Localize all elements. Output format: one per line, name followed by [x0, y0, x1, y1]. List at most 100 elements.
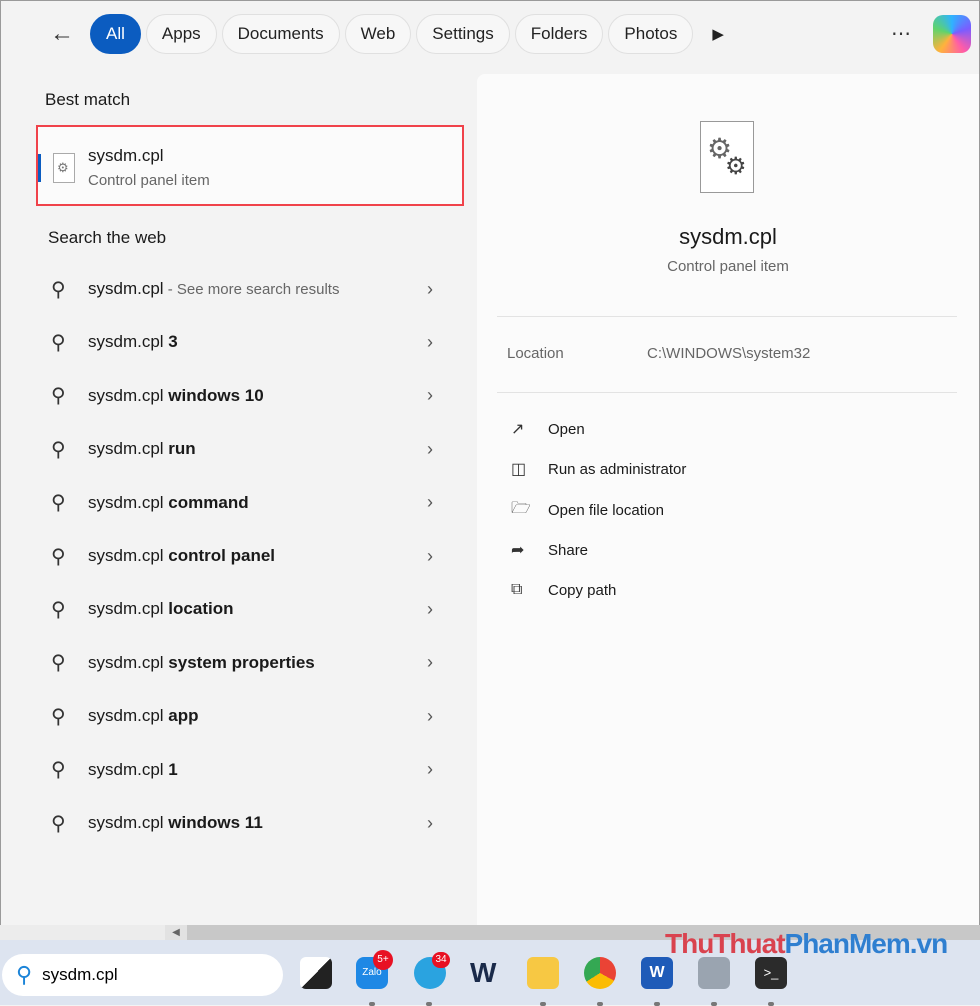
action-run-as-administrator[interactable]: ◫ Run as administrator	[511, 457, 686, 481]
web-result-item[interactable]: ⚲ sysdm.cpl 3 ›	[37, 320, 447, 364]
search-icon: ⚲	[51, 492, 66, 515]
action-share[interactable]: ➦ Share	[511, 538, 588, 562]
search-icon: ⚲	[51, 759, 66, 782]
chevron-right-icon: ›	[427, 705, 433, 726]
web-result-item[interactable]: ⚲ sysdm.cpl location ›	[37, 587, 447, 631]
chevron-right-icon: ›	[427, 759, 433, 780]
more-options-icon[interactable]: ⋯	[891, 21, 912, 46]
more-filters-play-icon[interactable]: ▶	[712, 25, 724, 43]
chrome-icon[interactable]	[584, 957, 616, 989]
web-result-text: sysdm.cpl - See more search results	[88, 279, 340, 298]
search-icon: ⚲	[16, 962, 33, 987]
web-result-item[interactable]: ⚲ sysdm.cpl system properties ›	[37, 641, 447, 685]
search-web-heading: Search the web	[48, 228, 167, 247]
action-copy-path[interactable]: ⧉ Copy path	[511, 578, 616, 602]
search-input[interactable]	[42, 965, 243, 985]
divider	[497, 392, 957, 393]
search-icon: ⚲	[51, 705, 66, 728]
location-value: C:\WINDOWS\system32	[647, 345, 811, 362]
scroll-left-button[interactable]: ◀	[165, 925, 187, 940]
chevron-right-icon: ›	[427, 385, 433, 406]
zalo-badge: 5+	[373, 950, 393, 970]
system-properties-icon[interactable]	[698, 957, 730, 989]
chevron-right-icon: ›	[427, 278, 433, 299]
detail-title: sysdm.cpl	[679, 224, 777, 249]
action-label: Copy path	[548, 581, 617, 599]
search-panel: ← All Apps Documents Web Settings Folders Phot…	[0, 0, 980, 940]
web-result-text: sysdm.cpl run	[88, 439, 196, 459]
search-icon: ⚲	[51, 545, 66, 568]
watermark: ThuThuatPhanMem.vn	[665, 928, 948, 959]
best-match-item[interactable]: ⚙ sysdm.cpl Control panel item	[36, 125, 464, 206]
web-result-item[interactable]: ⚲ sysdm.cpl app ›	[37, 694, 447, 738]
web-result-text: sysdm.cpl 3	[88, 332, 178, 352]
web-result-text: sysdm.cpl control panel	[88, 546, 276, 565]
filter-bar: ← All Apps Documents Web Settings Folders Phot…	[45, 14, 724, 54]
best-match-subtitle: Control panel item	[88, 172, 210, 189]
folder-icon: 🗁	[511, 499, 531, 517]
chevron-right-icon: ›	[427, 545, 433, 566]
action-open-file-location[interactable]: 🗁 Open file location	[511, 498, 664, 522]
divider	[497, 316, 957, 317]
web-result-item[interactable]: ⚲ sysdm.cpl run ›	[37, 427, 447, 471]
task-view-icon[interactable]	[300, 957, 332, 989]
filter-tab-folders[interactable]: Folders	[514, 14, 604, 54]
chevron-right-icon: ›	[427, 812, 433, 833]
detail-subtitle: Control panel item	[667, 258, 789, 275]
search-icon: ⚲	[51, 278, 66, 301]
web-result-item[interactable]: ⚲ sysdm.cpl command ›	[37, 481, 447, 525]
word-icon[interactable]: W	[641, 957, 673, 989]
web-result-item[interactable]: ⚲ sysdm.cpl - See more search results ›	[37, 267, 447, 311]
search-icon: ⚲	[51, 598, 66, 621]
chevron-right-icon: ›	[427, 331, 433, 352]
open-external-icon: ↗	[511, 421, 525, 438]
chevron-right-icon: ›	[427, 598, 433, 619]
copilot-icon[interactable]	[933, 15, 971, 53]
best-match-title: sysdm.cpl	[88, 146, 164, 165]
action-label: Run as administrator	[548, 460, 687, 478]
filter-tab-photos[interactable]: Photos	[608, 14, 694, 54]
web-result-item[interactable]: ⚲ sysdm.cpl control panel ›	[37, 534, 447, 578]
shield-icon: ◫	[511, 461, 527, 478]
terminal-icon[interactable]: >_	[755, 957, 787, 989]
web-result-text: sysdm.cpl windows 11	[88, 813, 263, 832]
web-result-text: sysdm.cpl command	[88, 492, 249, 512]
telegram-badge: 34	[432, 952, 450, 968]
location-label: Location	[507, 345, 564, 362]
search-icon: ⚲	[51, 438, 66, 461]
detail-pane: ⚙ ⚙ sysdm.cpl Control panel item Locatio…	[477, 74, 979, 926]
filter-tab-all[interactable]: All	[90, 14, 141, 54]
control-panel-file-icon: ⚙ ⚙	[700, 121, 754, 193]
web-result-text: sysdm.cpl location	[88, 599, 234, 619]
action-label: Share	[548, 541, 589, 559]
web-result-text: sysdm.cpl app	[88, 706, 199, 726]
search-icon: ⚲	[51, 652, 66, 675]
chevron-right-icon: ›	[427, 438, 433, 459]
web-result-item[interactable]: ⚲ sysdm.cpl windows 10 ›	[37, 374, 447, 418]
taskbar-search-box[interactable]: ⚲	[2, 954, 283, 996]
web-result-text: sysdm.cpl windows 10	[88, 385, 264, 405]
web-result-text: sysdm.cpl 1	[88, 759, 178, 779]
filter-tab-apps[interactable]: Apps	[145, 14, 217, 54]
word-label: W	[649, 964, 665, 981]
filter-tab-web[interactable]: Web	[344, 14, 412, 54]
selection-indicator	[38, 154, 41, 182]
winmerge-icon[interactable]: W	[470, 957, 502, 989]
web-result-text: sysdm.cpl system properties	[88, 652, 315, 672]
filter-tab-documents[interactable]: Documents	[221, 14, 340, 54]
best-match-heading: Best match	[45, 90, 131, 109]
filter-tab-settings[interactable]: Settings	[416, 14, 510, 54]
action-label: Open file location	[548, 501, 664, 519]
file-explorer-icon[interactable]	[527, 957, 559, 989]
back-arrow-icon[interactable]: ←	[45, 17, 79, 51]
action-open[interactable]: ↗ Open	[511, 417, 585, 441]
search-icon: ⚲	[51, 331, 66, 354]
web-result-item[interactable]: ⚲ sysdm.cpl 1 ›	[37, 748, 447, 792]
web-result-item[interactable]: ⚲ sysdm.cpl windows 11 ›	[37, 801, 447, 845]
search-icon: ⚲	[51, 385, 66, 408]
search-icon: ⚲	[51, 812, 66, 835]
action-label: Open	[548, 420, 585, 438]
chevron-right-icon: ›	[427, 652, 433, 673]
share-icon: ➦	[511, 542, 525, 559]
control-panel-file-icon: ⚙	[53, 153, 75, 183]
